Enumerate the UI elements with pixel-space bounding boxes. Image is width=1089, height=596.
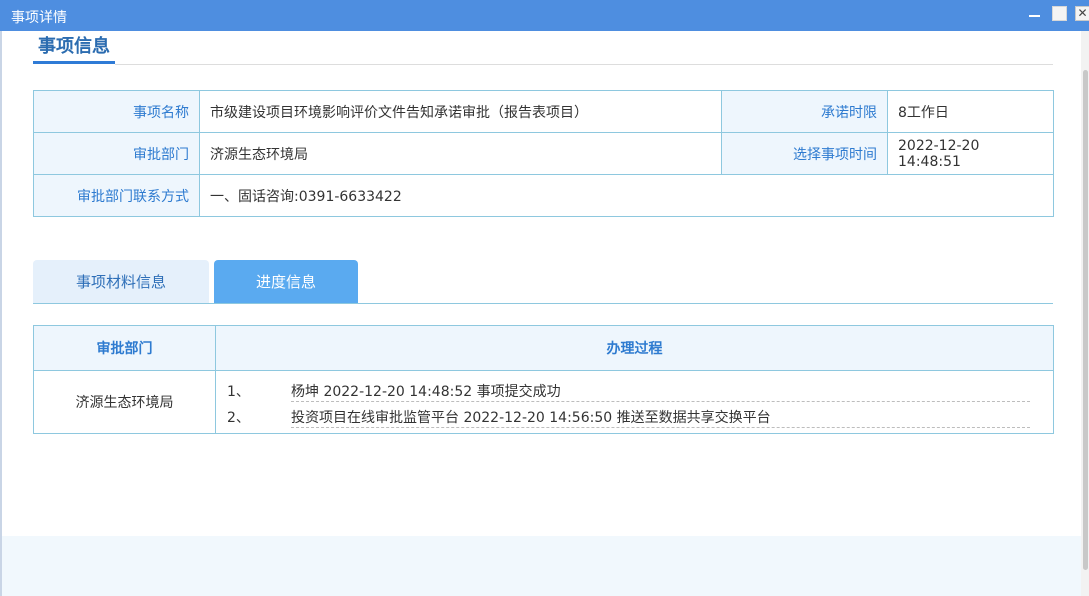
- step-text: 投资项目在线审批监管平台 2022-12-20 14:56:50 推送至数据共享…: [291, 407, 1030, 428]
- maximize-icon[interactable]: [1052, 6, 1067, 21]
- minimize-icon[interactable]: [1027, 6, 1042, 21]
- row-process: 1、 杨坤 2022-12-20 14:48:52 事项提交成功 2、 投资项目…: [215, 370, 1054, 434]
- tab-baseline: [33, 303, 1053, 304]
- step-number: 1、: [227, 384, 250, 400]
- info-row: 审批部门 济源生态环境局 选择事项时间 2022-12-20 14:48:51: [33, 132, 1054, 175]
- table-row: 济源生态环境局 1、 杨坤 2022-12-20 14:48:52 事项提交成功…: [33, 370, 1054, 434]
- select-time-value: 2022-12-20 14:48:51: [887, 132, 1054, 175]
- section-title: 事项信息: [38, 36, 110, 57]
- scrollbar-thumb[interactable]: [1083, 70, 1088, 570]
- promise-time-label: 承诺时限: [721, 90, 888, 133]
- close-icon[interactable]: ✕: [1075, 6, 1089, 21]
- tab-progress-info[interactable]: 进度信息: [214, 260, 358, 304]
- window-title: 事项详情: [11, 10, 67, 26]
- step-number: 2、: [227, 410, 250, 426]
- left-edge-divider: [0, 31, 2, 596]
- tab-material-info[interactable]: 事项材料信息: [33, 260, 209, 304]
- info-row: 审批部门联系方式 一、固话咨询:0391-6633422: [33, 174, 1054, 217]
- item-info-table: 事项名称 市级建设项目环境影响评价文件告知承诺审批（报告表项目） 承诺时限 8工…: [33, 90, 1054, 217]
- item-name-label: 事项名称: [33, 90, 200, 133]
- select-time-label: 选择事项时间: [721, 132, 888, 175]
- item-name-value: 市级建设项目环境影响评价文件告知承诺审批（报告表项目）: [199, 90, 722, 133]
- section-title-underline: [33, 61, 115, 64]
- contact-value: 一、固话咨询:0391-6633422: [199, 174, 1054, 217]
- progress-table: 审批部门 办理过程 济源生态环境局 1、 杨坤 2022-12-20 14:48…: [33, 325, 1054, 434]
- row-dept: 济源生态环境局: [33, 370, 216, 434]
- section-divider: [115, 64, 1053, 65]
- col-header-dept: 审批部门: [33, 325, 216, 371]
- info-row: 事项名称 市级建设项目环境影响评价文件告知承诺审批（报告表项目） 承诺时限 8工…: [33, 90, 1054, 133]
- process-step: 1、 杨坤 2022-12-20 14:48:52 事项提交成功: [217, 376, 1052, 402]
- step-text: 杨坤 2022-12-20 14:48:52 事项提交成功: [291, 381, 1030, 402]
- footer-area: [2, 536, 1081, 596]
- col-header-process: 办理过程: [215, 325, 1054, 371]
- dept-value: 济源生态环境局: [199, 132, 722, 175]
- dept-label: 审批部门: [33, 132, 200, 175]
- process-step: 2、 投资项目在线审批监管平台 2022-12-20 14:56:50 推送至数…: [217, 402, 1052, 428]
- progress-header-row: 审批部门 办理过程: [33, 325, 1054, 371]
- window-title-bar: 事项详情 ✕: [0, 0, 1089, 31]
- promise-time-value: 8工作日: [887, 90, 1054, 133]
- contact-label: 审批部门联系方式: [33, 174, 200, 217]
